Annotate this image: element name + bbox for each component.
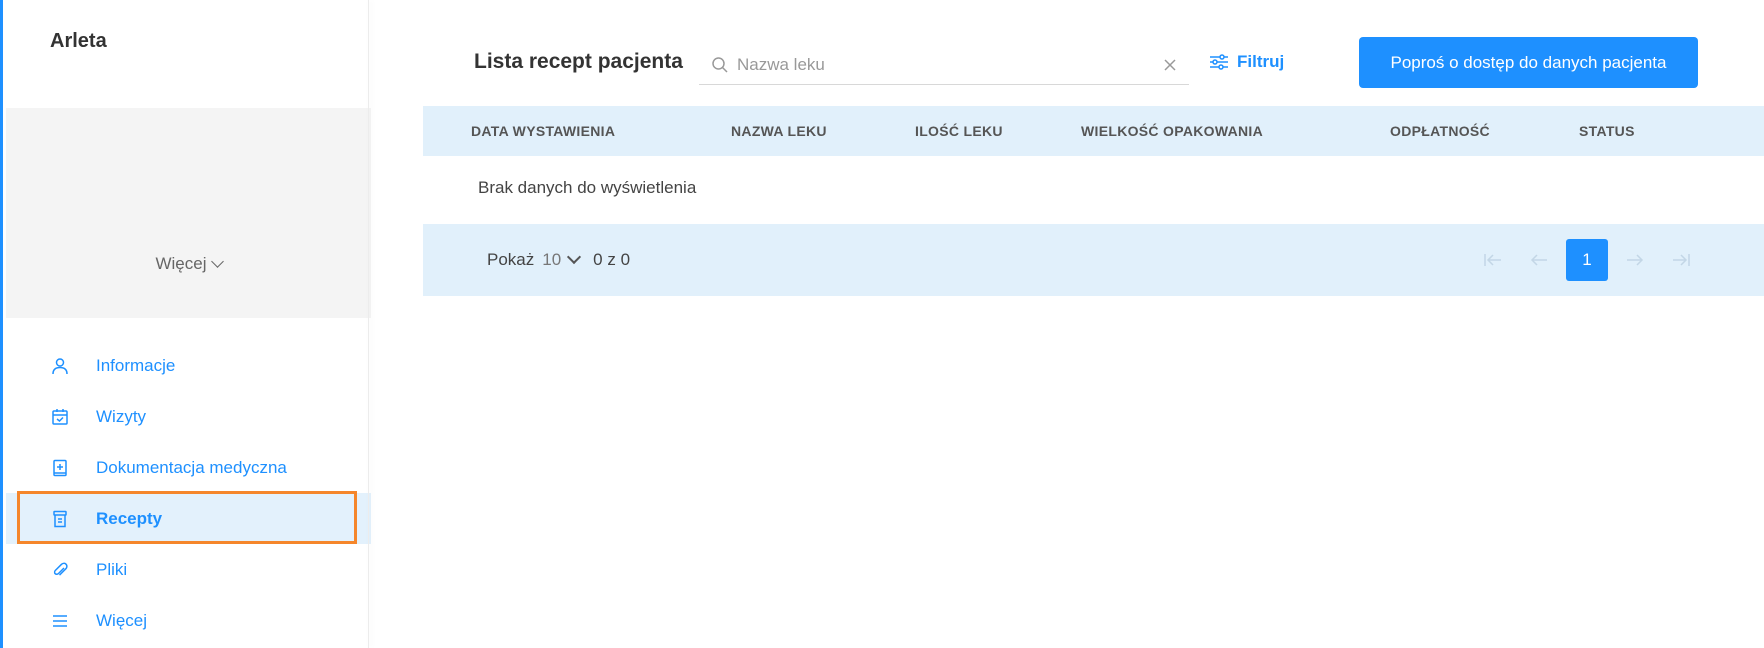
table-header: DATA WYSTAWIENIA NAZWA LEKU ILOŚĆ LEKU W… <box>423 106 1764 156</box>
clear-icon[interactable] <box>1163 58 1177 72</box>
search-field <box>699 45 1189 85</box>
search-input[interactable] <box>737 54 1163 75</box>
calendar-check-icon <box>51 408 69 426</box>
sidebar-item-label: Pliki <box>96 559 128 579</box>
last-page-icon[interactable] <box>1658 239 1704 281</box>
column-header-nazwa-leku[interactable]: NAZWA LEKU <box>731 106 827 156</box>
main-content: Lista recept pacjenta Nazwa leku Filtruj… <box>369 0 1764 648</box>
patient-details-panel: Więcej <box>6 108 371 318</box>
chevron-down-icon[interactable] <box>567 249 582 265</box>
sidebar-item-label: Dokumentacja medyczna <box>96 457 287 477</box>
sidebar-nav: Informacje Wizyty Dokumentacja medyczna … <box>6 340 371 646</box>
column-header-data-wystawienia[interactable]: DATA WYSTAWIENIA <box>471 106 615 156</box>
chevron-down-icon <box>210 255 224 268</box>
page-title: Lista recept pacjenta <box>474 50 683 73</box>
sidebar-item-recepty[interactable]: Recepty <box>6 493 371 544</box>
page-size-value[interactable]: 10 <box>542 250 561 270</box>
sidebar-item-label: Wizyty <box>96 406 147 426</box>
sidebar-item-dokumentacja[interactable]: Dokumentacja medyczna <box>6 442 371 493</box>
table-footer: Pokaż 10 0 z 0 1 <box>423 224 1764 296</box>
column-header-wielkosc-opakowania[interactable]: WIELKOŚĆ OPAKOWANIA <box>1081 106 1263 156</box>
sidebar-item-wizyty[interactable]: Wizyty <box>6 391 371 442</box>
sidebar-item-pliki[interactable]: Pliki <box>6 544 371 595</box>
sidebar: Arleta Więcej Informacje Wizyty Dokument… <box>0 0 371 648</box>
filter-button[interactable]: Filtruj <box>1209 52 1284 72</box>
pagination: 1 <box>1470 224 1704 296</box>
patient-name: Arleta <box>50 30 107 52</box>
previous-page-icon[interactable] <box>1516 239 1562 281</box>
medical-book-icon <box>51 459 69 477</box>
menu-icon <box>51 612 69 630</box>
page-button-current[interactable]: 1 <box>1566 239 1608 281</box>
paperclip-icon <box>51 561 69 579</box>
sidebar-item-label: Recepty <box>96 508 163 528</box>
request-access-button[interactable]: Poproś o dostęp do danych pacjenta <box>1359 37 1698 88</box>
sidebar-item-informacje[interactable]: Informacje <box>6 340 371 391</box>
first-page-icon[interactable] <box>1470 239 1516 281</box>
sidebar-item-label: Więcej <box>96 610 148 630</box>
filter-label: Filtruj <box>1237 52 1285 71</box>
sliders-icon <box>1209 53 1229 71</box>
more-details-label: Więcej <box>155 254 207 273</box>
empty-table-message: Brak danych do wyświetlenia <box>478 178 697 197</box>
page-size-selector: Pokaż 10 0 z 0 <box>487 224 630 296</box>
page-size-label: Pokaż <box>487 250 535 269</box>
record-range: 0 z 0 <box>593 250 631 269</box>
user-icon <box>51 357 69 375</box>
search-icon <box>711 56 729 74</box>
prescription-icon <box>51 510 69 528</box>
column-header-ilosc-leku[interactable]: ILOŚĆ LEKU <box>915 106 1003 156</box>
column-header-odplatnosc[interactable]: ODPŁATNOŚĆ <box>1390 106 1490 156</box>
column-header-status[interactable]: STATUS <box>1579 106 1635 156</box>
next-page-icon[interactable] <box>1612 239 1658 281</box>
sidebar-item-label: Informacje <box>96 355 176 375</box>
more-details-toggle[interactable]: Więcej <box>6 254 371 274</box>
sidebar-item-wiecej[interactable]: Więcej <box>6 595 371 646</box>
